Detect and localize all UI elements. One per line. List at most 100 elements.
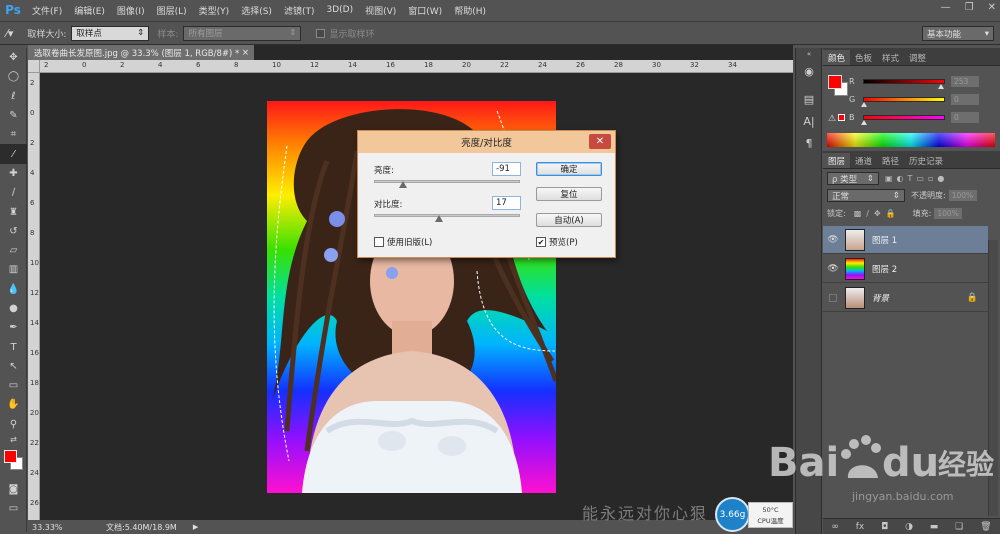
dialog-close-button[interactable]: ✕ xyxy=(589,134,611,149)
ruler-vertical[interactable]: 2 0 2 4 6 8 10 12 14 16 18 20 22 24 26 xyxy=(28,73,40,520)
menu-file[interactable]: 文件(F) xyxy=(26,4,68,17)
healing-tool-icon[interactable]: ✚ xyxy=(0,164,27,183)
layer-row[interactable]: 👁 图层 2 xyxy=(823,255,988,283)
layer-name[interactable]: 图层 1 xyxy=(872,234,897,246)
contrast-input[interactable]: 17 xyxy=(492,196,521,210)
tab-swatches[interactable]: 色板 xyxy=(850,50,877,65)
fx-icon[interactable]: fx xyxy=(856,522,865,532)
character-icon[interactable]: A| xyxy=(796,110,822,132)
menu-window[interactable]: 窗口(W) xyxy=(402,4,448,17)
screen-mode-icon[interactable]: ▭ xyxy=(0,499,27,518)
close-window-button[interactable]: ✕ xyxy=(988,2,996,13)
ruler-horizontal[interactable]: 2 0 2 4 6 8 10 12 14 16 18 20 22 24 26 28 30 32 34 xyxy=(40,60,793,73)
menu-edit[interactable]: 编辑(E) xyxy=(68,4,111,17)
menu-view[interactable]: 视图(V) xyxy=(359,4,402,17)
blue-value[interactable]: 0 xyxy=(951,112,979,123)
crop-tool-icon[interactable]: ⌗ xyxy=(0,125,27,144)
collapse-panels-icon[interactable]: « xyxy=(796,48,822,60)
history-icon[interactable]: ▤ xyxy=(796,88,822,110)
layer-filter-icons[interactable]: ▣◐T▭▫● xyxy=(885,174,948,183)
brightness-input[interactable]: -91 xyxy=(492,162,521,176)
opacity-value[interactable]: 100% xyxy=(948,190,977,201)
eyedropper-tool-icon[interactable]: ⁄ xyxy=(0,144,27,164)
color-swatches[interactable] xyxy=(0,446,27,480)
menu-layer[interactable]: 图层(L) xyxy=(151,4,193,17)
preview-checkbox[interactable]: ✔ 预览(P) xyxy=(536,236,578,248)
shape-tool-icon[interactable]: ▭ xyxy=(0,376,27,395)
green-slider-marker[interactable] xyxy=(861,102,867,107)
gamut-warning-icon[interactable]: ⚠ xyxy=(828,114,846,124)
green-slider[interactable] xyxy=(861,97,945,107)
menu-type[interactable]: 类型(Y) xyxy=(193,4,236,17)
tab-adjustments[interactable]: 调整 xyxy=(904,50,931,65)
eye-icon[interactable]: 👁 xyxy=(823,235,843,245)
menu-image[interactable]: 图像(I) xyxy=(111,4,151,17)
menu-filter[interactable]: 滤镜(T) xyxy=(278,4,321,17)
restore-button[interactable]: ❐ xyxy=(965,2,974,13)
legacy-checkbox[interactable]: 使用旧版(L) xyxy=(374,236,432,248)
trash-icon[interactable]: 🗑 xyxy=(980,522,991,532)
red-slider-marker[interactable] xyxy=(938,84,944,89)
quick-mask-icon[interactable]: ◙ xyxy=(0,480,27,499)
layer-name[interactable]: 图层 2 xyxy=(872,263,897,275)
preview-checkbox-box[interactable]: ✔ xyxy=(536,237,546,247)
mask-icon[interactable]: ◘ xyxy=(881,522,888,532)
tab-styles[interactable]: 样式 xyxy=(877,50,904,65)
panel-foreground-color[interactable] xyxy=(828,75,842,89)
tab-layers[interactable]: 图层 xyxy=(823,153,851,168)
show-ring-checkbox[interactable] xyxy=(316,28,326,38)
menu-help[interactable]: 帮助(H) xyxy=(448,4,492,17)
green-value[interactable]: 0 xyxy=(951,94,979,105)
path-select-tool-icon[interactable]: ↖ xyxy=(0,357,27,376)
status-menu-arrow-icon[interactable]: ▶ xyxy=(193,523,198,531)
color-spectrum[interactable] xyxy=(827,133,995,147)
pen-tool-icon[interactable]: ✒ xyxy=(0,318,27,337)
tab-color[interactable]: 颜色 xyxy=(823,50,851,65)
foreground-color[interactable] xyxy=(4,449,17,463)
eyedropper-tool-icon[interactable]: ⁄▾ xyxy=(6,27,13,40)
brush-tool-icon[interactable]: ∕ xyxy=(0,183,27,202)
move-tool-icon[interactable]: ✥ xyxy=(0,48,27,67)
ruler-corner[interactable] xyxy=(28,60,40,73)
blur-tool-icon[interactable]: 💧 xyxy=(0,280,27,299)
cpu-widget[interactable]: 3.66g xyxy=(715,497,750,532)
gradient-tool-icon[interactable]: ▥ xyxy=(0,260,27,279)
brightness-slider[interactable] xyxy=(374,180,520,183)
hand-tool-icon[interactable]: ✋ xyxy=(0,395,27,414)
legacy-checkbox-box[interactable] xyxy=(374,237,384,247)
sample-size-select[interactable]: 取样点 ⇕ xyxy=(71,25,150,41)
adjustment-icon[interactable]: ◑ xyxy=(905,522,913,532)
auto-button[interactable]: 自动(A) xyxy=(536,213,602,227)
reset-button[interactable]: 复位 xyxy=(536,187,602,201)
layer-name[interactable]: 背景 xyxy=(872,292,889,304)
lock-icons[interactable]: ▩∕✥🔒 xyxy=(854,209,901,218)
tab-history[interactable]: 历史记录 xyxy=(904,153,948,168)
lasso-tool-icon[interactable]: ℓ xyxy=(0,87,27,106)
contrast-slider-thumb[interactable] xyxy=(435,215,444,222)
history-brush-tool-icon[interactable]: ↺ xyxy=(0,222,27,241)
layer-row[interactable]: 背景 🔒 xyxy=(823,284,988,312)
swap-colors-icon[interactable]: ⇄ xyxy=(0,434,27,446)
type-tool-icon[interactable]: T xyxy=(0,337,27,356)
workspace-select[interactable]: 基本功能 ▾ xyxy=(922,26,994,41)
marquee-tool-icon[interactable]: ◯ xyxy=(0,67,27,86)
document-tab[interactable]: 选取卷曲长发原图.jpg @ 33.3% (图层 1, RGB/8#) * × xyxy=(28,45,254,60)
color-panel-icon[interactable]: ◉ xyxy=(796,60,822,82)
close-tab-icon[interactable]: × xyxy=(242,48,249,58)
fill-value[interactable]: 100% xyxy=(934,208,963,219)
red-value[interactable]: 253 xyxy=(951,76,979,87)
eraser-tool-icon[interactable]: ▱ xyxy=(0,241,27,260)
new-layer-icon[interactable]: ❏ xyxy=(955,522,963,532)
menu-3d[interactable]: 3D(D) xyxy=(320,5,359,15)
blend-mode-select[interactable]: 正常 ⇕ xyxy=(827,189,905,202)
quick-select-tool-icon[interactable]: ✎ xyxy=(0,106,27,125)
zoom-tool-icon[interactable]: ⚲ xyxy=(0,415,27,434)
dodge-tool-icon[interactable]: ● xyxy=(0,299,27,318)
layer-filter-select[interactable]: ρ 类型 ⇕ xyxy=(827,172,879,185)
red-slider[interactable] xyxy=(863,79,945,89)
layer-row[interactable]: 👁 图层 1 xyxy=(823,226,988,254)
tab-paths[interactable]: 路径 xyxy=(877,153,904,168)
visibility-toggle[interactable] xyxy=(823,293,843,302)
blue-slider[interactable] xyxy=(861,115,945,125)
eye-icon[interactable]: 👁 xyxy=(823,264,843,274)
